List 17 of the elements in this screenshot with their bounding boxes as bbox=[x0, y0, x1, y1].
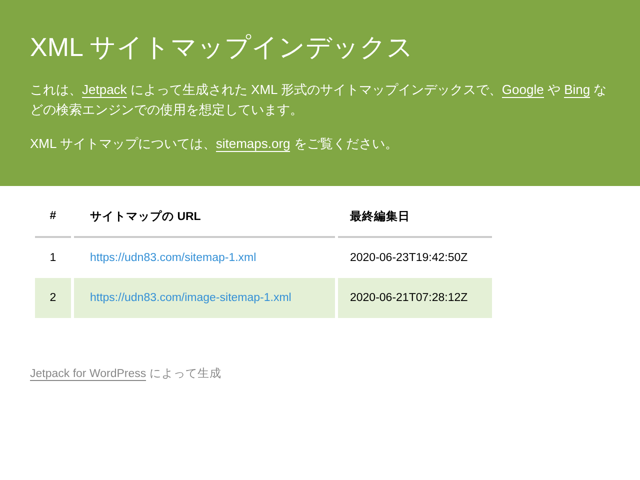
text-link[interactable]: sitemaps.org bbox=[216, 136, 290, 152]
table-cell-text: 1 bbox=[48, 251, 58, 266]
sitemap-link[interactable]: https://udn83.com/sitemap-1.xml bbox=[90, 252, 256, 264]
footer-link[interactable]: Jetpack for WordPress bbox=[30, 368, 146, 381]
table-cell-text: 2020-06-23T19:42:50Z bbox=[349, 251, 469, 266]
table-cell: 2020-06-21T07:28:12Z bbox=[338, 278, 492, 318]
intro-paragraph: XML サイトマップについては、sitemaps.org をご覧ください。 bbox=[30, 135, 399, 154]
column-header: サイトマップの URL bbox=[74, 196, 335, 238]
column-header: 最終編集日 bbox=[338, 196, 492, 238]
footer-text: によって生成 bbox=[149, 368, 222, 380]
text-link[interactable]: Google bbox=[502, 82, 544, 98]
page-title: XML サイトマップインデックス bbox=[30, 31, 415, 64]
table-cell: 2 bbox=[35, 278, 71, 318]
text-link[interactable]: Jetpack bbox=[82, 82, 127, 98]
text-link[interactable]: Bing bbox=[564, 82, 590, 98]
column-header: # bbox=[35, 196, 71, 238]
intro-paragraph: これは、Jetpack によって生成された XML 形式のサイトマップインデックスで、Google や Bing などの検索エンジンでの使用を想定しています。 bbox=[30, 81, 608, 119]
